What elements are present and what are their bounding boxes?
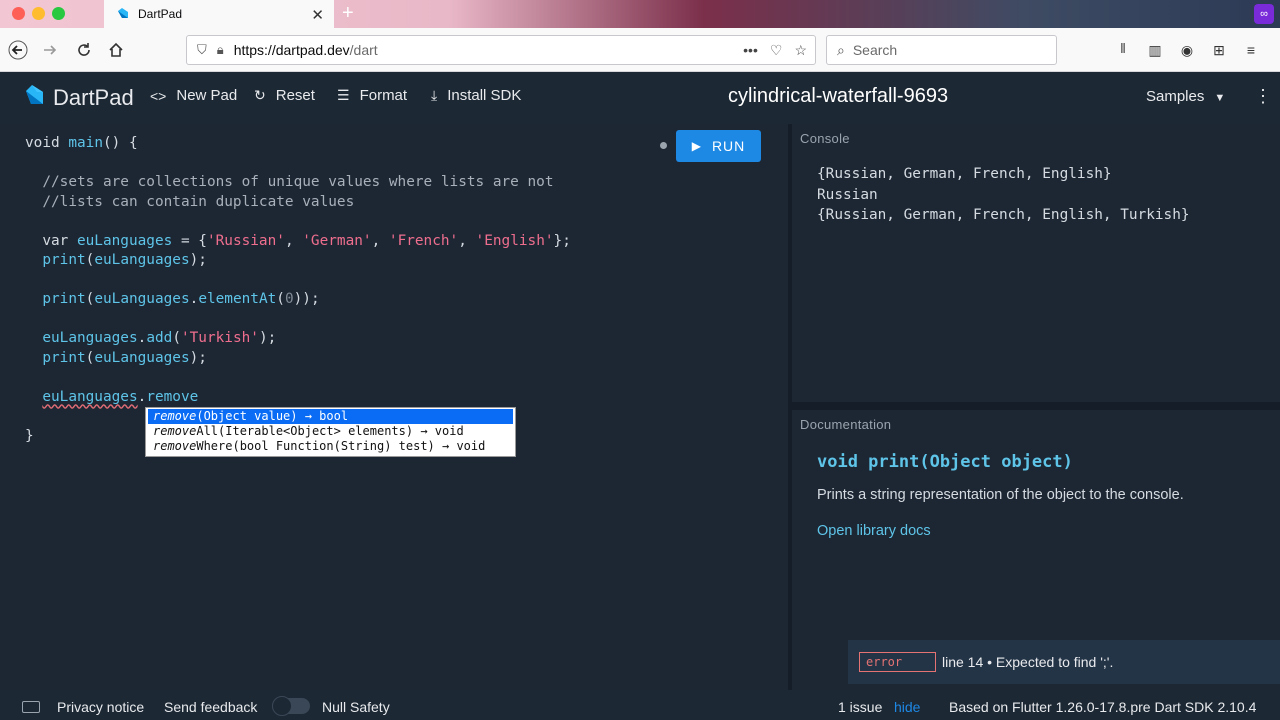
run-label: RUN: [711, 138, 746, 154]
search-placeholder: Search: [852, 42, 898, 58]
format-align-icon: ☰: [337, 87, 350, 103]
send-feedback-link[interactable]: Send feedback: [164, 699, 257, 715]
error-badge: error: [859, 652, 936, 672]
panel-divider-horizontal[interactable]: [792, 402, 1280, 410]
close-tab-icon[interactable]: ✕: [311, 6, 324, 24]
extensions-icon[interactable]: ⊞: [1208, 36, 1230, 64]
url-text: https://dartpad.dev/dart: [233, 42, 378, 58]
url-bar[interactable]: ⛉ 🔒︎ https://dartpad.dev/dart ••• ♡ ☆: [186, 35, 816, 65]
doc-signature: void print(Object object): [817, 452, 1073, 472]
format-button[interactable]: ☰ Format: [337, 87, 407, 104]
shield-icon: ⛉: [197, 42, 207, 57]
console-label: Console: [800, 131, 850, 146]
new-pad-label: New Pad: [176, 87, 238, 104]
new-pad-button[interactable]: <> New Pad: [150, 87, 237, 104]
dartpad-header: DartPad <> New Pad ↻ Reset ☰ Format ⤓ In…: [0, 72, 1280, 122]
back-button[interactable]: [4, 36, 32, 64]
console-output: {Russian, German, French, English} Russia…: [817, 166, 1190, 223]
more-menu-icon[interactable]: ⋮: [1254, 86, 1272, 107]
maximize-window-button[interactable]: [52, 7, 65, 20]
account-icon[interactable]: ◉: [1176, 36, 1198, 64]
back-arrow-icon: [8, 40, 28, 60]
search-icon: ⌕: [837, 41, 845, 58]
menu-icon[interactable]: ≡: [1240, 36, 1262, 64]
run-button[interactable]: ▶ RUN: [676, 130, 761, 162]
pad-name: cylindrical-waterfall-9693: [728, 85, 949, 107]
browser-tab[interactable]: DartPad ✕: [104, 0, 334, 28]
code-editor[interactable]: void main() { //sets are collections of …: [0, 124, 788, 690]
footer: Privacy notice Send feedback Null Safety…: [0, 695, 1280, 720]
null-safety-toggle[interactable]: [272, 696, 310, 716]
minimize-window-button[interactable]: [32, 7, 45, 20]
install-sdk-label: Install SDK: [447, 87, 522, 104]
autocomplete-item[interactable]: remove(Object value) → bool: [148, 409, 513, 424]
download-icon: ⤓: [431, 87, 438, 103]
code-content[interactable]: void main() { //sets are collections of …: [25, 134, 571, 446]
bookmark-star-icon[interactable]: ☆: [794, 42, 807, 59]
reset-button[interactable]: ↻ Reset: [254, 87, 315, 104]
pocket-icon[interactable]: ♡: [770, 42, 783, 59]
issue-count: 1 issue: [838, 699, 883, 715]
autocomplete-popup[interactable]: remove(Object value) → bool removeAll(It…: [145, 407, 516, 457]
reset-label: Reset: [275, 87, 315, 104]
dart-favicon-icon: [118, 8, 128, 18]
reload-icon: [78, 43, 90, 56]
close-window-button[interactable]: [12, 7, 25, 20]
forward-arrow-icon: [44, 45, 57, 55]
privacy-notice-link[interactable]: Privacy notice: [57, 699, 144, 715]
page-actions-icon[interactable]: •••: [743, 42, 758, 59]
open-library-docs-link[interactable]: Open library docs: [817, 523, 931, 539]
new-tab-button[interactable]: +: [342, 2, 354, 25]
samples-label: Samples: [1146, 88, 1205, 105]
code-icon: <>: [150, 87, 167, 104]
brand-title: DartPad: [53, 85, 134, 110]
error-message[interactable]: line 14 • Expected to find ';'.: [942, 654, 1113, 670]
chevron-down-icon: ▼: [1214, 92, 1226, 104]
autocomplete-item[interactable]: removeWhere(bool Function(String) test) …: [148, 439, 513, 454]
status-dot: [660, 142, 667, 149]
documentation-label: Documentation: [800, 417, 892, 432]
autocomplete-item[interactable]: removeAll(Iterable<Object> elements) → v…: [148, 424, 513, 439]
tab-title: DartPad: [138, 7, 183, 21]
library-icon[interactable]: 𝍪: [1112, 36, 1134, 64]
browser-nav-bar: ⛉ 🔒︎ https://dartpad.dev/dart ••• ♡ ☆ ⌕ …: [0, 28, 1280, 72]
play-icon: ▶: [691, 139, 702, 153]
doc-description: Prints a string representation of the ob…: [817, 487, 1184, 503]
home-button[interactable]: [102, 36, 130, 64]
forward-button[interactable]: [36, 36, 64, 64]
sidebar-icon[interactable]: ▥: [1144, 36, 1166, 64]
issues-panel: error line 14 • Expected to find ';'.: [848, 640, 1280, 684]
samples-dropdown[interactable]: Samples ▼: [1146, 88, 1225, 105]
install-sdk-button[interactable]: ⤓ Install SDK: [431, 87, 521, 104]
keyboard-icon[interactable]: [22, 701, 40, 713]
null-safety-label: Null Safety: [322, 699, 390, 715]
toggle-knob: [272, 696, 292, 716]
console-panel: Console {Russian, German, French, Englis…: [792, 124, 1280, 402]
reload-button[interactable]: [70, 36, 98, 64]
refresh-icon: ↻: [254, 87, 266, 103]
format-label: Format: [359, 87, 408, 104]
home-icon: [109, 42, 123, 57]
lock-icon: 🔒︎: [216, 42, 224, 57]
dart-logo-icon: [26, 85, 43, 104]
hide-issues-link[interactable]: hide: [894, 699, 920, 715]
search-bar[interactable]: ⌕ Search: [826, 35, 1057, 65]
sdk-version-info: Based on Flutter 1.26.0-17.8.pre Dart SD…: [949, 699, 1257, 715]
extension-icon[interactable]: ∞: [1254, 4, 1274, 24]
browser-tab-bar: DartPad ✕ + ∞: [0, 0, 1280, 28]
